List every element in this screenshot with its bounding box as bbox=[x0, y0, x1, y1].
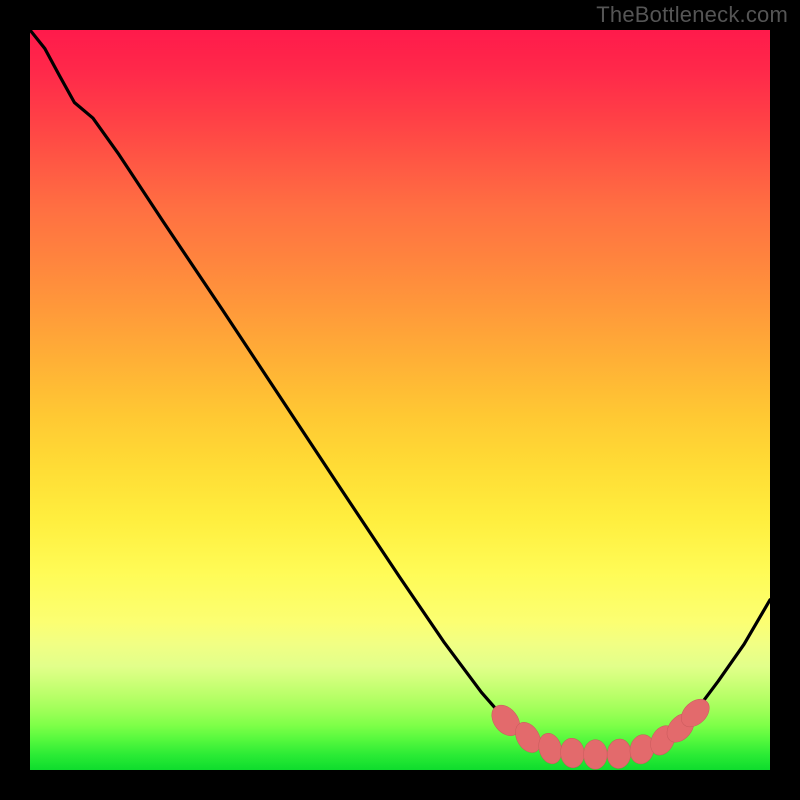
curve-marker bbox=[584, 740, 608, 770]
plot-region bbox=[30, 30, 770, 770]
chart-container: TheBottleneck.com bbox=[0, 0, 800, 800]
watermark-label: TheBottleneck.com bbox=[596, 2, 788, 28]
curve-marker bbox=[606, 738, 633, 770]
curve-marker bbox=[559, 737, 586, 769]
curve-markers bbox=[30, 30, 770, 770]
